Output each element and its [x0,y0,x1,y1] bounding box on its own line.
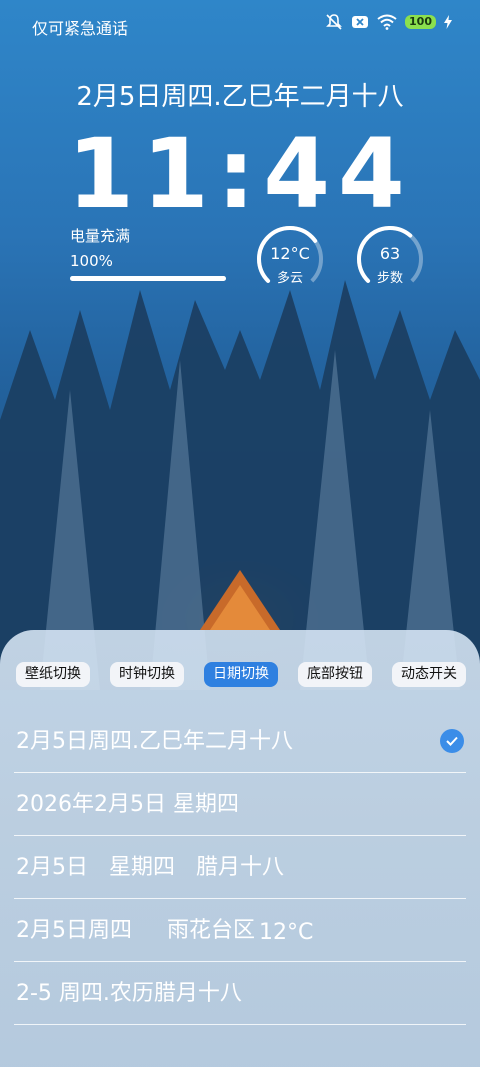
no-sim-icon [351,14,369,30]
battery-bar [70,276,226,281]
option-label: 2月5日 星期四 腊月十八 [16,855,284,880]
mute-icon [325,14,343,30]
date-format-option[interactable]: 2-5 周四.农历腊月十八 [14,962,466,1025]
option-label: 2-5 周四.农历腊月十八 [16,981,242,1006]
settings-tabs: 壁纸切换 时钟切换 日期切换 底部按钮 动态开关 [16,662,466,687]
weather-temp: 12°C [270,244,310,263]
weather-condition: 多云 [276,271,303,286]
date-format-list: 2月5日周四.乙巳年二月十八 2026年2月5日 星期四 2月5日 星期四 腊月… [14,710,466,1025]
weather-widget: 12°C 多云 [255,224,325,294]
option-temperature: 12°C [259,920,314,945]
wifi-icon [377,14,397,30]
status-bar: 仅可紧急通话 100 [0,0,480,48]
tab-bottom-buttons[interactable]: 底部按钮 [298,662,372,687]
lockscreen-clock: 11:44 [67,118,413,230]
battery-level: 100 [405,15,436,29]
carrier-text: 仅可紧急通话 [32,19,129,38]
option-label: 2026年2月5日 星期四 [16,792,239,817]
settings-sheet: 壁纸切换 时钟切换 日期切换 底部按钮 动态开关 2月5日周四.乙巳年二月十八 … [0,630,480,1067]
steps-count: 63 [379,244,401,263]
steps-label: 步数 [376,271,403,286]
tab-clock[interactable]: 时钟切换 [110,662,184,687]
steps-widget: 63 步数 [355,224,425,294]
date-format-option[interactable]: 2月5日周四.乙巳年二月十八 [14,710,466,773]
date-format-option[interactable]: 2月5日 星期四 腊月十八 [14,836,466,899]
date-format-option[interactable]: 2026年2月5日 星期四 [14,773,466,836]
tab-date[interactable]: 日期切换 [204,662,278,687]
lockscreen-date: 2月5日周四.乙巳年二月十八 [76,82,404,112]
battery-bar-fill [70,276,226,281]
check-icon [440,729,464,753]
battery-widget: 电量充满 100% [70,225,230,281]
battery-percent: 100% [70,252,113,270]
option-label: 2月5日周四 雨花台区 [16,918,255,943]
tab-wallpaper[interactable]: 壁纸切换 [16,662,90,687]
battery-status-label: 电量充满 [70,227,131,245]
date-format-option[interactable]: 2月5日周四 雨花台区 12°C [14,899,466,962]
snowy-forest-illustration [0,280,480,690]
tab-dynamic-toggle[interactable]: 动态开关 [392,662,466,687]
charging-icon [444,15,452,29]
option-label: 2月5日周四.乙巳年二月十八 [16,729,293,754]
